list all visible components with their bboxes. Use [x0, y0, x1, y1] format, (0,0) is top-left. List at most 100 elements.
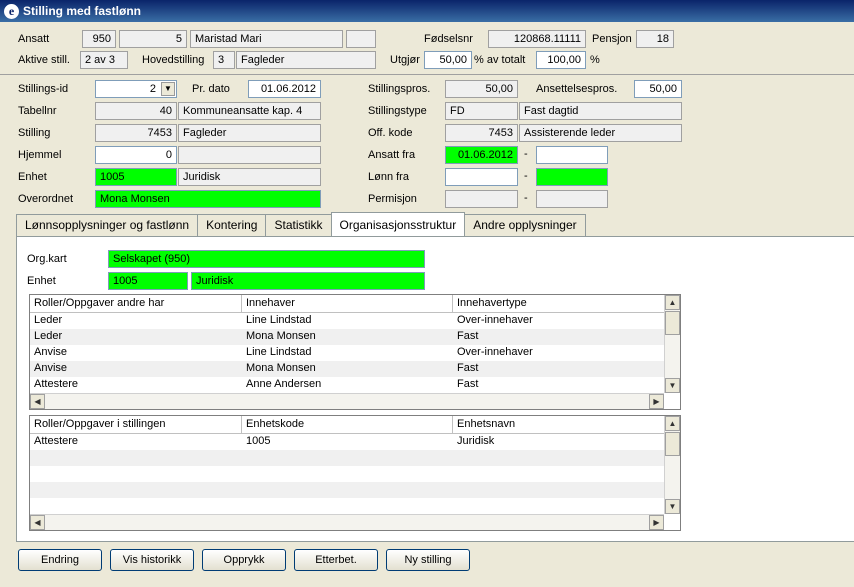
table-cell: Anvise — [34, 362, 68, 374]
window-title: Stilling med fastlønn — [23, 4, 142, 18]
ansatt-extra-field — [346, 30, 376, 48]
ansatt-sub-field: 5 — [119, 30, 187, 48]
table-cell: Over-innehaver — [457, 346, 533, 358]
offkode-field: 7453 — [445, 124, 518, 142]
column-header[interactable]: Roller/Oppgaver i stillingen — [30, 416, 242, 433]
ansatt-til-field[interactable] — [536, 146, 608, 164]
vertical-scrollbar[interactable]: ▲ ▼ — [664, 295, 680, 393]
roles-position-grid[interactable]: Roller/Oppgaver i stillingen Enhetskode … — [29, 415, 681, 531]
ny-stilling-button[interactable]: Ny stilling — [386, 549, 470, 571]
aktive-field: 2 av 3 — [80, 51, 128, 69]
table-cell — [30, 482, 242, 498]
hjemmel-text-field — [178, 146, 321, 164]
utgjor-field[interactable]: 50,00 — [424, 51, 472, 69]
tab-panel: Org.kart Selskapet (950) Enhet 1005 Juri… — [16, 236, 854, 542]
hjemmel-field[interactable]: 0 — [95, 146, 177, 164]
tabellnr-text-field: Kommuneansatte kap. 4 — [178, 102, 321, 120]
table-cell — [453, 498, 665, 514]
table-row[interactable] — [30, 482, 680, 498]
stilling-text-field: Fagleder — [178, 124, 321, 142]
overordnet-field[interactable]: Mona Monsen — [95, 190, 321, 208]
lonnfra-field[interactable] — [445, 168, 518, 186]
lonn-til-field[interactable] — [536, 168, 608, 186]
table-cell — [30, 466, 242, 482]
table-row[interactable]: Anvise Line Lindstad Over-innehaver — [30, 345, 680, 361]
scroll-down-icon[interactable]: ▼ — [665, 499, 680, 514]
scroll-up-icon[interactable]: ▲ — [665, 295, 680, 310]
tab-lonnsopplysninger[interactable]: Lønnsopplysninger og fastlønn — [16, 214, 199, 236]
column-header[interactable]: Enhetsnavn — [453, 416, 665, 433]
vertical-scrollbar[interactable]: ▲ ▼ — [664, 416, 680, 514]
table-cell — [242, 466, 453, 482]
scroll-thumb[interactable] — [665, 311, 680, 335]
prdato-label: Pr. dato — [192, 83, 230, 95]
dash: - — [524, 148, 528, 160]
scroll-left-icon[interactable]: ◀ — [30, 394, 45, 409]
table-cell: Anvise — [34, 346, 68, 358]
ansettelsespros-field[interactable]: 50,00 — [634, 80, 682, 98]
dash: - — [524, 192, 528, 204]
table-cell — [453, 466, 665, 482]
table-row[interactable]: Leder Line Lindstad Over-innehaver — [30, 313, 680, 329]
org-enhet-text-field[interactable]: Juridisk — [191, 272, 425, 290]
totalt-field[interactable]: 100,00 — [536, 51, 586, 69]
table-row[interactable]: Leder Mona Monsen Fast — [30, 329, 680, 345]
column-header[interactable]: Roller/Oppgaver andre har — [30, 295, 242, 312]
scroll-right-icon[interactable]: ▶ — [649, 515, 664, 530]
table-cell: Mona Monsen — [246, 362, 316, 374]
opprykk-button[interactable]: Opprykk — [202, 549, 286, 571]
orgkart-label: Org.kart — [27, 253, 67, 265]
table-row[interactable] — [30, 498, 680, 514]
scroll-up-icon[interactable]: ▲ — [665, 416, 680, 431]
enhet-nr-field[interactable]: 1005 — [95, 168, 177, 186]
hovedstilling-name-field: Fagleder — [236, 51, 376, 69]
ansattfra-field[interactable]: 01.06.2012 — [445, 146, 518, 164]
table-row[interactable]: Attestere Anne Andersen Fast — [30, 377, 680, 393]
stillingstype-label: Stillingstype — [368, 105, 427, 117]
tab-strip: Lønnsopplysninger og fastlønn Kontering … — [16, 212, 586, 236]
tab-organisasjonsstruktur[interactable]: Organisasjonsstruktur — [330, 212, 466, 236]
table-row[interactable] — [30, 450, 680, 466]
aktive-label: Aktive still. — [18, 54, 70, 66]
enhet-label: Enhet — [18, 171, 47, 183]
stillingsid-select[interactable]: 2 ▼ — [95, 80, 177, 98]
endring-button[interactable]: Endring — [18, 549, 102, 571]
hovedstilling-nr-field: 3 — [213, 51, 235, 69]
tab-statistikk[interactable]: Statistikk — [265, 214, 332, 236]
chevron-down-icon[interactable]: ▼ — [161, 82, 175, 96]
table-row[interactable]: Anvise Mona Monsen Fast — [30, 361, 680, 377]
grid-header: Roller/Oppgaver andre har Innehaver Inne… — [30, 295, 680, 313]
column-header[interactable]: Enhetskode — [242, 416, 453, 433]
table-cell: Over-innehaver — [457, 314, 533, 326]
orgkart-field[interactable]: Selskapet (950) — [108, 250, 425, 268]
scroll-down-icon[interactable]: ▼ — [665, 378, 680, 393]
table-cell: Juridisk — [457, 435, 495, 447]
fodselsnr-label: Fødselsnr — [424, 33, 473, 45]
org-enhet-nr-field[interactable]: 1005 — [108, 272, 188, 290]
table-cell: Line Lindstad — [246, 314, 312, 326]
utgjor-label: Utgjør — [390, 54, 420, 66]
prdato-field[interactable]: 01.06.2012 — [248, 80, 321, 98]
dash: - — [524, 170, 528, 182]
roles-others-grid[interactable]: Roller/Oppgaver andre har Innehaver Inne… — [29, 294, 681, 410]
column-header[interactable]: Innehaver — [242, 295, 453, 312]
ansettelsespros-label: Ansettelsespros. — [536, 83, 618, 95]
scroll-thumb[interactable] — [665, 432, 680, 456]
horizontal-scrollbar[interactable]: ◀ ▶ — [30, 393, 664, 409]
tab-andre-opplysninger[interactable]: Andre opplysninger — [464, 214, 586, 236]
table-row[interactable]: Attestere 1005 Juridisk — [30, 434, 680, 450]
horizontal-scrollbar[interactable]: ◀ ▶ — [30, 514, 664, 530]
table-cell: Line Lindstad — [246, 346, 312, 358]
column-header[interactable]: Innehavertype — [453, 295, 665, 312]
stilling-label: Stilling — [18, 127, 51, 139]
tab-kontering[interactable]: Kontering — [197, 214, 267, 236]
scroll-left-icon[interactable]: ◀ — [30, 515, 45, 530]
offkode-label: Off. kode — [368, 127, 413, 139]
etterbet-button[interactable]: Etterbet. — [294, 549, 378, 571]
scroll-right-icon[interactable]: ▶ — [649, 394, 664, 409]
stillingspros-field: 50,00 — [445, 80, 518, 98]
table-row[interactable] — [30, 466, 680, 482]
ansatt-name-field: Maristad Mari — [190, 30, 343, 48]
pensjon-field: 18 — [636, 30, 674, 48]
vis-historikk-button[interactable]: Vis historikk — [110, 549, 194, 571]
